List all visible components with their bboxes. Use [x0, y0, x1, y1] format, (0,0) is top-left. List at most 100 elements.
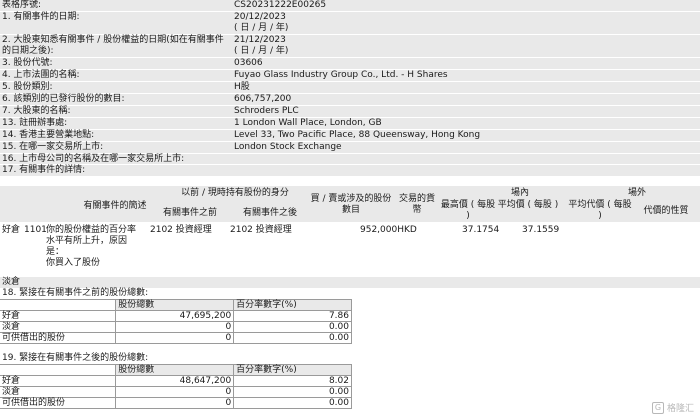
col-percentage: 百分率數字(%): [233, 299, 352, 311]
section-18-title: 18. 緊接在有關事件之前的股份總數:: [2, 288, 149, 298]
event-table-row: 好倉 1101 你的股份權益的百分率 水平有所上升，原因 是： 你買入了股份 2…: [0, 222, 700, 280]
header-high-price: 最高價 ( 每股 ): [440, 200, 496, 221]
row-value: Level 33, Two Pacific Place, 88 Queenswa…: [232, 130, 700, 141]
header-avg-price: 平均價 ( 每股 ): [497, 200, 559, 210]
row-value: 1 London Wall Place, London, GB: [232, 118, 700, 129]
form-row-shareholder-name: 7. 大股東的名稱: Schroders PLC: [0, 106, 700, 118]
event-details-table: 有關事件的簡述 以前 / 現時持有股份的身分 有關事件之前 有關事件之後 買 /…: [0, 186, 700, 280]
highest-price: 37.1754: [462, 225, 500, 235]
event-description: 你的股份權益的百分率 水平有所上升，原因 是： 你買入了股份: [46, 225, 146, 269]
event-table-header: 有關事件的簡述 以前 / 現時持有股份的身分 有關事件之前 有關事件之後 買 /…: [0, 186, 700, 222]
shares-after-table: 股份總數 百分率數字(%) 好倉 48,647,200 8.02 淡倉 0 0.…: [0, 364, 352, 409]
header-avg-consideration: 平均代價 ( 每股 ): [568, 200, 632, 221]
pct-value: 0.00: [233, 397, 352, 409]
form-row-parent-company: 16. 上市母公司的名稱及在哪一家交易所上市:: [0, 154, 700, 165]
header-capacity: 以前 / 現時持有股份的身分: [181, 188, 289, 198]
table-row: 淡倉 0 0.00: [0, 321, 352, 333]
header-after: 有關事件之後: [242, 208, 297, 218]
table-row: 好倉 47,695,200 7.86: [0, 310, 352, 322]
row-value: 21/12/2023 ( 日 / 月 / 年): [232, 35, 700, 57]
short-position-row: 淡倉: [0, 277, 700, 288]
average-price: 37.1559: [522, 225, 560, 235]
form-row-hk-office: 14. 香港主要營業地點: Level 33, Two Pacific Plac…: [0, 130, 700, 142]
pct-value: 0.00: [233, 321, 352, 333]
table-row: 好倉 48,647,200 8.02: [0, 375, 352, 387]
row-label: 好倉: [0, 310, 117, 322]
table-row: 可供借出的股份 0 0.00: [0, 397, 352, 409]
watermark: G 格隆汇: [651, 401, 694, 414]
row-value: H股: [232, 82, 700, 93]
form-row-registered-office: 13. 註冊辦事處: 1 London Wall Place, London, …: [0, 118, 700, 130]
col-total-shares: 股份總數: [115, 299, 235, 311]
shares-involved: 952,000HKD: [360, 225, 417, 235]
row-label: 2. 大股東知悉有關事件 / 股份權益的日期(如在有關事件的日期之後):: [0, 35, 232, 57]
header-on-exchange: 場內: [510, 188, 529, 198]
pct-value: 8.02: [233, 375, 352, 387]
row-label: 淡倉: [0, 321, 117, 333]
row-label: 表格序號:: [0, 0, 232, 11]
row-label: 好倉: [0, 375, 117, 387]
form-row-stock-code: 3. 股份代號: 03606: [0, 58, 700, 70]
form-row-share-class: 5. 股份類別: H股: [0, 82, 700, 94]
shares-before-table: 股份總數 百分率數字(%) 好倉 47,695,200 7.86 淡倉 0 0.…: [0, 299, 352, 344]
row-label: 1. 有關事件的日期:: [0, 12, 232, 34]
row-value: 03606: [232, 58, 700, 69]
table-header-row: 股份總數 百分率數字(%): [0, 299, 352, 311]
pct-value: 0.00: [233, 332, 352, 344]
shares-value: 47,695,200: [115, 310, 235, 322]
date-format-hint: ( 日 / 月 / 年): [234, 46, 289, 56]
shares-value: 0: [115, 332, 235, 344]
pct-value: 7.86: [233, 310, 352, 322]
event-code: 1101: [24, 225, 47, 235]
form-row-issued-shares: 6. 該類別的已發行股份的數目: 606,757,200: [0, 94, 700, 106]
table-row: 可供借出的股份 0 0.00: [0, 332, 352, 344]
capacity-before: 2102 投資經理: [150, 225, 212, 235]
col-percentage: 百分率數字(%): [233, 364, 352, 376]
shares-value: 48,647,200: [115, 375, 235, 387]
watermark-logo-icon: G: [651, 401, 664, 414]
section-19-title: 19. 緊接在有關事件之後的股份總數:: [2, 353, 149, 363]
shares-value: 0: [115, 397, 235, 409]
header-off-exchange: 場外: [627, 188, 646, 198]
row-value: 20/12/2023 ( 日 / 月 / 年): [232, 12, 700, 34]
header-shares: 買 / 賣或涉及的股份數目: [310, 194, 392, 215]
row-label: 淡倉: [0, 386, 117, 398]
row-label: 可供借出的股份: [0, 332, 117, 344]
description-line: 水平有所上升，原因: [46, 236, 128, 246]
row-label: 14. 香港主要營業地點:: [0, 130, 232, 141]
pct-value: 0.00: [233, 386, 352, 398]
position-type: 好倉: [2, 225, 21, 235]
table-row: 淡倉 0 0.00: [0, 386, 352, 398]
row-label: 4. 上市法團的名稱:: [0, 70, 232, 81]
form-row-event-details: 17. 有關事件的詳情:: [0, 165, 700, 176]
table-header-row: 股份總數 百分率數字(%): [0, 364, 352, 376]
form-row-aware-date: 2. 大股東知悉有關事件 / 股份權益的日期(如在有關事件的日期之後): 21/…: [0, 35, 700, 58]
header-consideration-type: 代價的性質: [643, 206, 689, 216]
description-line: 是：: [46, 247, 65, 257]
row-value: 606,757,200: [232, 94, 700, 105]
form-row-serial: 表格序號: CS20231222E00265: [0, 0, 700, 12]
form-row-issuer-name: 4. 上市法團的名稱: Fuyao Glass Industry Group C…: [0, 70, 700, 82]
row-label: 5. 股份類別:: [0, 82, 232, 93]
row-label: 可供借出的股份: [0, 397, 117, 409]
capacity-after: 2102 投資經理: [230, 225, 292, 235]
form-row-exchange: 15. 在哪一家交易所上市: London Stock Exchange: [0, 142, 700, 154]
date-value: 20/12/2023: [234, 12, 286, 22]
description-line: 你買入了股份: [46, 258, 101, 268]
description-line: 你的股份權益的百分率: [46, 225, 137, 235]
date-format-hint: ( 日 / 月 / 年): [234, 23, 289, 33]
row-label: 13. 註冊辦事處:: [0, 118, 232, 129]
row-label: 7. 大股東的名稱:: [0, 106, 232, 117]
shares-value: 0: [115, 321, 235, 333]
row-value: CS20231222E00265: [232, 0, 700, 11]
watermark-text: 格隆汇: [666, 404, 694, 414]
header-currency: 交易的貨幣: [398, 194, 435, 215]
shares-value: 0: [115, 386, 235, 398]
row-label: 15. 在哪一家交易所上市:: [0, 142, 232, 153]
header-before: 有關事件之前: [162, 208, 217, 218]
row-value: Schroders PLC: [232, 106, 700, 117]
notice-form: 表格序號: CS20231222E00265 1. 有關事件的日期: 20/12…: [0, 0, 700, 176]
row-label: 3. 股份代號:: [0, 58, 232, 69]
date-value: 21/12/2023: [234, 35, 286, 45]
row-value: Fuyao Glass Industry Group Co., Ltd. - H…: [232, 70, 700, 81]
